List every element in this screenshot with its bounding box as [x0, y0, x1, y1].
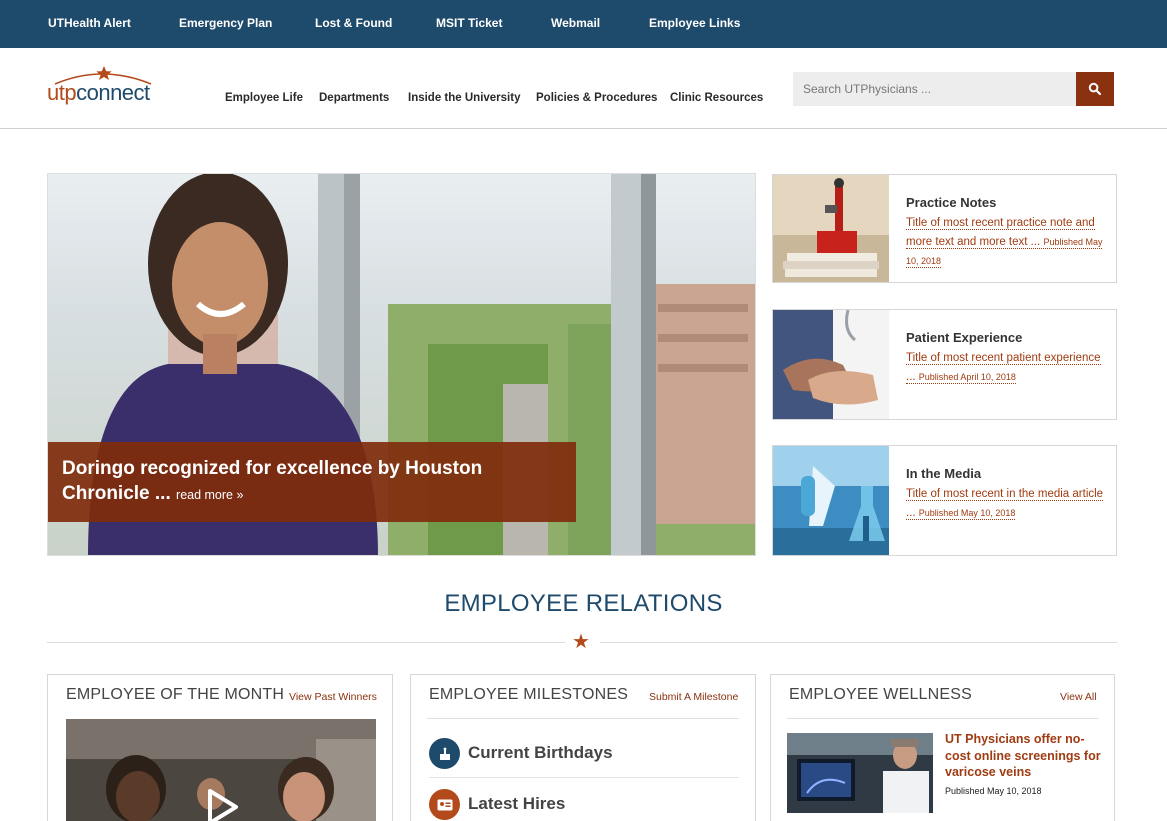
search-input[interactable]: [793, 72, 1076, 106]
holding-hands-photo: [773, 310, 889, 419]
card-text: Patient Experience Title of most recent …: [906, 330, 1106, 386]
panel-title: EMPLOYEE MILESTONES: [429, 686, 629, 703]
milestone-latest-hires[interactable]: Latest Hires: [429, 783, 739, 821]
hero-feature[interactable]: Doringo recognized for excellence by Hou…: [47, 173, 756, 556]
milestone-label: Current Birthdays: [468, 743, 613, 762]
view-all-link[interactable]: View All: [1060, 691, 1097, 703]
nav-employee-life[interactable]: Employee Life: [225, 92, 303, 104]
card-text: Practice Notes Title of most recent prac…: [906, 195, 1106, 270]
patient-experience-thumbnail: [773, 310, 889, 419]
divider-right: [600, 642, 1117, 643]
card-practice-notes[interactable]: Practice Notes Title of most recent prac…: [772, 174, 1117, 283]
utility-bar: UTHealth Alert Emergency Plan Lost & Fou…: [0, 0, 1167, 48]
milestone-current-birthdays[interactable]: Current Birthdays: [429, 732, 739, 778]
card-link[interactable]: Title of most recent patient experience …: [906, 352, 1101, 384]
logo-part-connect: connect: [76, 80, 150, 105]
in-the-media-thumbnail: [773, 446, 889, 555]
logo-wordmark: utpconnect: [47, 80, 150, 106]
employee-of-month-video[interactable]: [66, 719, 376, 821]
panel-employee-of-the-month: EMPLOYEE OF THE MONTH View Past Winners: [47, 674, 393, 821]
wellness-article-image[interactable]: [787, 733, 933, 813]
card-title: Patient Experience: [906, 330, 1023, 345]
utpconnect-logo[interactable]: utpconnect: [47, 66, 157, 110]
card-date: Published May 10, 2018: [918, 508, 1016, 518]
nav-inside-the-university[interactable]: Inside the University: [408, 92, 520, 104]
topbar-link-msit-ticket[interactable]: MSIT Ticket: [436, 16, 502, 30]
hero-caption: Doringo recognized for excellence by Hou…: [48, 442, 576, 522]
doctor-screen-photo: [787, 733, 933, 813]
hero-read-more-link[interactable]: read more »: [176, 488, 243, 502]
card-link[interactable]: Title of most recent practice note and m…: [906, 217, 1103, 268]
topbar-link-uthealth-alert[interactable]: UTHealth Alert: [48, 16, 131, 30]
practice-notes-thumbnail: [773, 175, 889, 282]
card-link[interactable]: Title of most recent in the media articl…: [906, 488, 1104, 520]
id-card-icon: [429, 789, 460, 820]
topbar-link-emergency-plan[interactable]: Emergency Plan: [179, 16, 272, 30]
nav-clinic-resources[interactable]: Clinic Resources: [670, 92, 763, 104]
employee-relations-heading: EMPLOYEE RELATIONS: [444, 590, 723, 617]
panel-divider: [787, 718, 1098, 719]
search-icon: [1088, 82, 1102, 96]
milestone-label: Latest Hires: [468, 794, 566, 813]
panel-employee-milestones: EMPLOYEE MILESTONES Submit A Milestone C…: [410, 674, 756, 821]
panel-title: EMPLOYEE WELLNESS: [789, 686, 973, 703]
birthday-cake-icon: [429, 738, 460, 769]
logo-part-utp: utp: [47, 80, 77, 105]
view-past-winners-link[interactable]: View Past Winners: [289, 691, 377, 703]
topbar-link-lost-found[interactable]: Lost & Found: [315, 16, 392, 30]
site-header: utpconnect Employee Life Departments Ins…: [0, 48, 1167, 129]
panel-title: EMPLOYEE OF THE MONTH: [66, 686, 285, 703]
nav-departments[interactable]: Departments: [319, 92, 389, 104]
topbar-link-webmail[interactable]: Webmail: [551, 16, 600, 30]
lab-photo: [773, 446, 889, 555]
panel-divider: [427, 718, 739, 719]
star-icon: ★: [572, 631, 590, 653]
nav-policies-procedures[interactable]: Policies & Procedures: [536, 92, 657, 104]
wellness-article-title[interactable]: UT Physicians offer no-cost online scree…: [945, 731, 1105, 781]
wellness-article-date: Published May 10, 2018: [945, 786, 1042, 796]
card-in-the-media[interactable]: In the Media Title of most recent in the…: [772, 445, 1117, 556]
card-title: In the Media: [906, 466, 982, 481]
card-text: In the Media Title of most recent in the…: [906, 466, 1106, 522]
card-title: Practice Notes: [906, 195, 997, 210]
card-date: Published April 10, 2018: [918, 372, 1016, 382]
divider-left: [47, 642, 565, 643]
panel-employee-wellness: EMPLOYEE WELLNESS View All UT Physicians…: [770, 674, 1115, 821]
search-button[interactable]: [1076, 72, 1114, 106]
submit-milestone-link[interactable]: Submit A Milestone: [649, 691, 738, 703]
card-patient-experience[interactable]: Patient Experience Title of most recent …: [772, 309, 1117, 420]
microscope-photo: [773, 175, 889, 282]
topbar-link-employee-links[interactable]: Employee Links: [649, 16, 740, 30]
play-icon[interactable]: [204, 787, 240, 821]
hero-title[interactable]: Doringo recognized for excellence by Hou…: [62, 458, 482, 504]
